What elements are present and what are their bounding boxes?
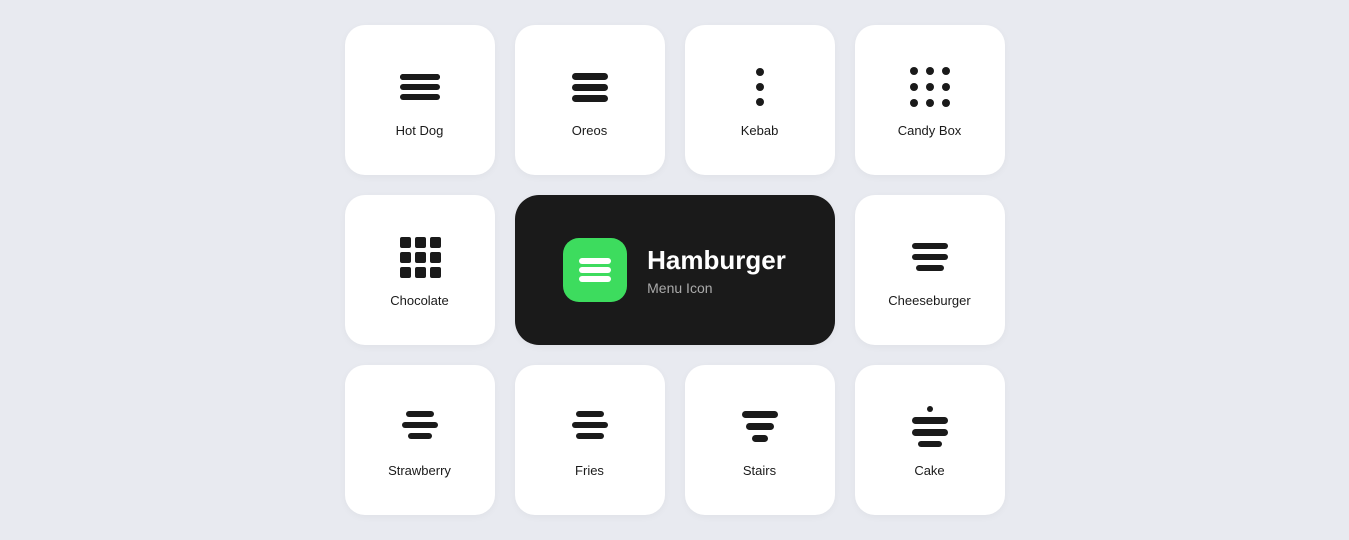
cheeseburger-icon xyxy=(906,233,954,281)
hot-dog-icon xyxy=(396,63,444,111)
card-hot-dog-label: Hot Dog xyxy=(396,123,444,138)
icon-grid: Hot Dog Oreos Kebab xyxy=(345,25,1005,515)
card-kebab[interactable]: Kebab xyxy=(685,25,835,175)
hamburger-featured-title: Hamburger xyxy=(647,245,786,276)
card-candy-box[interactable]: Candy Box xyxy=(855,25,1005,175)
card-cake-label: Cake xyxy=(914,463,944,478)
card-fries[interactable]: Fries xyxy=(515,365,665,515)
card-stairs-label: Stairs xyxy=(743,463,776,478)
hamburger-icon xyxy=(577,256,613,284)
card-strawberry[interactable]: Strawberry xyxy=(345,365,495,515)
card-cheeseburger[interactable]: Cheeseburger xyxy=(855,195,1005,345)
card-chocolate-label: Chocolate xyxy=(390,293,449,308)
card-cake[interactable]: Cake xyxy=(855,365,1005,515)
card-candy-box-label: Candy Box xyxy=(898,123,962,138)
hamburger-featured-subtitle: Menu Icon xyxy=(647,280,786,296)
chocolate-icon xyxy=(396,233,444,281)
strawberry-icon xyxy=(396,403,444,451)
fries-icon xyxy=(566,403,614,451)
hamburger-featured-icon-bg xyxy=(563,238,627,302)
stairs-icon xyxy=(736,403,784,451)
candy-box-icon xyxy=(906,63,954,111)
card-oreos-label: Oreos xyxy=(572,123,607,138)
card-stairs[interactable]: Stairs xyxy=(685,365,835,515)
card-fries-label: Fries xyxy=(575,463,604,478)
card-chocolate[interactable]: Chocolate xyxy=(345,195,495,345)
card-hamburger-featured[interactable]: Hamburger Menu Icon xyxy=(515,195,835,345)
card-strawberry-label: Strawberry xyxy=(388,463,451,478)
card-cheeseburger-label: Cheeseburger xyxy=(888,293,970,308)
card-kebab-label: Kebab xyxy=(741,123,779,138)
kebab-icon xyxy=(736,63,784,111)
card-oreos[interactable]: Oreos xyxy=(515,25,665,175)
card-hot-dog[interactable]: Hot Dog xyxy=(345,25,495,175)
cake-icon xyxy=(906,403,954,451)
hamburger-featured-text: Hamburger Menu Icon xyxy=(647,245,786,296)
oreos-icon xyxy=(566,63,614,111)
